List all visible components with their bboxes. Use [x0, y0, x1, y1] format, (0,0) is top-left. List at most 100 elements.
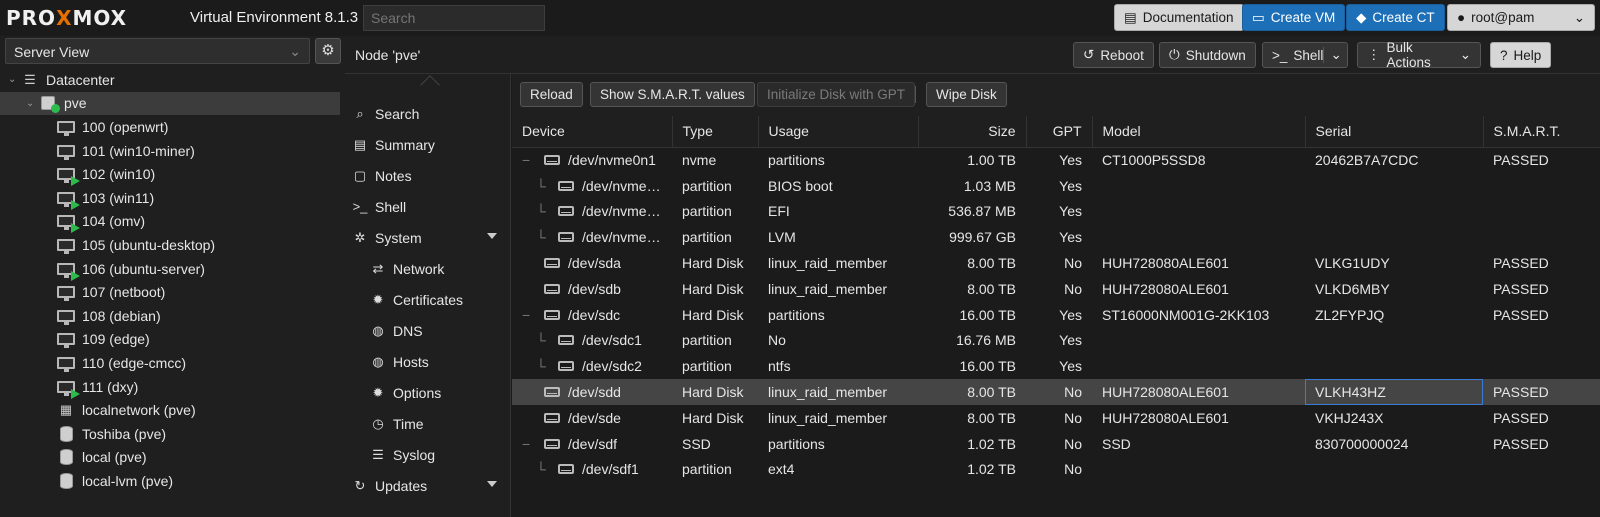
tree-item[interactable]: 102 (win10): [0, 162, 340, 187]
model-cell: SSD: [1102, 435, 1131, 452]
tree-item[interactable]: ▦ localnetwork (pve): [0, 398, 340, 422]
nav-item-updates[interactable]: ↻ Updates: [345, 470, 511, 501]
tree-item-label: 103 (win11): [82, 189, 155, 206]
harddisk-icon: [544, 438, 560, 449]
gpt-cell: Yes: [1059, 306, 1082, 323]
documentation-button[interactable]: ▤ Documentation: [1114, 4, 1244, 31]
harddisk-icon: [558, 206, 574, 217]
shutdown-button[interactable]: ⏻ Shutdown: [1159, 42, 1256, 68]
table-row[interactable]: /dev/sda Hard Disk linux_raid_member 8.00 T…: [512, 250, 1600, 276]
tree-item[interactable]: 108 (debian): [0, 304, 340, 328]
column-header[interactable]: Type: [672, 116, 759, 148]
node-title: Node 'pve': [355, 47, 421, 63]
nav-item-time[interactable]: ◷ Time: [345, 408, 511, 439]
table-row[interactable]: − /dev/sdf SSD partitions 1.02 TB No SSD 830700…: [512, 431, 1600, 457]
column-header[interactable]: GPT: [1026, 116, 1093, 148]
column-header[interactable]: Model: [1092, 116, 1306, 148]
nav-item-summary[interactable]: ▤ Summary: [345, 129, 511, 160]
column-header[interactable]: Device: [512, 116, 673, 148]
tree-item[interactable]: 107 (netboot): [0, 280, 340, 304]
device-cell: └ /dev/nvme0n1p2: [512, 199, 672, 225]
create-vm-button[interactable]: ▭ Create VM: [1242, 4, 1346, 31]
tree-item[interactable]: 101 (win10-miner): [0, 139, 340, 163]
size-cell: 16.00 TB: [959, 358, 1016, 375]
table-row[interactable]: └ /dev/nvme0n1p3 partition LVM 999.67 GB Yes: [512, 224, 1600, 250]
proxmox-logo[interactable]: PROXMOX: [6, 6, 127, 30]
tree-item[interactable]: 109 (edge): [0, 328, 340, 352]
column-header[interactable]: Size: [918, 116, 1027, 148]
search-input[interactable]: [363, 5, 545, 31]
table-row[interactable]: └ /dev/nvme0n1p2 partition EFI 536.87 MB Yes: [512, 199, 1600, 225]
tree-item[interactable]: Toshiba (pve): [0, 422, 340, 446]
show-smart-button[interactable]: Show S.M.A.R.T. values: [590, 82, 755, 107]
type-cell: partition: [682, 229, 732, 246]
size-cell: 16.76 MB: [956, 332, 1016, 349]
serial-cell: ZL2FYPJQ: [1315, 306, 1385, 323]
nav-item-dns[interactable]: ◍ DNS: [345, 315, 511, 346]
table-row[interactable]: /dev/sdd Hard Disk linux_raid_member 8.00 T…: [512, 379, 1600, 405]
tree-item[interactable]: 104 (omv): [0, 210, 340, 234]
scroll-up-icon[interactable]: [420, 75, 440, 95]
gear-icon[interactable]: ⚙: [315, 38, 341, 64]
wipe-disk-button[interactable]: Wipe Disk: [926, 82, 1007, 107]
nav-item-search[interactable]: ⌕ Search: [345, 98, 511, 129]
table-row[interactable]: − /dev/nvme0n1 nvme partitions 1.00 TB Yes CT1…: [512, 147, 1600, 173]
column-header[interactable]: Usage: [758, 116, 919, 148]
device-name: /dev/sdc1: [582, 332, 642, 349]
nav-item-syslog[interactable]: ☰ Syslog: [345, 439, 511, 470]
tree-item[interactable]: 103 (win11): [0, 186, 340, 210]
nav-item-options[interactable]: ✹ Options: [345, 377, 511, 408]
disks-table: Device Type Usage Size GPT Model Serial S.M.A.R…: [512, 116, 1600, 482]
tree-item-label: 106 (ubuntu-server): [82, 260, 205, 277]
table-row[interactable]: − /dev/sdc Hard Disk partitions 16.00 TB Yes S…: [512, 302, 1600, 328]
nav-item-notes[interactable]: ▢ Notes: [345, 160, 511, 191]
tree-item[interactable]: 111 (dxy): [0, 375, 340, 399]
resource-tree: ⌄ ☰ Datacenter ⌄ pve 100 (openwrt) 101 (w…: [0, 68, 340, 493]
table-row[interactable]: └ /dev/sdc1 partition No 16.76 MB Yes: [512, 328, 1600, 354]
reload-button[interactable]: Reload: [520, 82, 583, 107]
table-row[interactable]: /dev/sdb Hard Disk linux_raid_member 8.00 T…: [512, 276, 1600, 302]
nav-item-system[interactable]: ✲ System: [345, 222, 511, 253]
chevron-down-icon[interactable]: [487, 481, 497, 487]
tree-datacenter[interactable]: ⌄ ☰ Datacenter: [0, 68, 340, 92]
column-header[interactable]: Serial: [1305, 116, 1484, 148]
bulk-actions-button[interactable]: ⋮ Bulk Actions ⌄: [1357, 40, 1481, 70]
create-ct-button[interactable]: ◆ Create CT: [1346, 4, 1445, 31]
nav-item-network[interactable]: ⇄ Network: [345, 253, 511, 284]
table-row[interactable]: └ /dev/nvme0n1p1 partition BIOS boot 1.03 MB…: [512, 173, 1600, 199]
tree-item[interactable]: 100 (openwrt): [0, 115, 340, 139]
shell-button[interactable]: >_ Shell ⌄: [1262, 42, 1348, 68]
tree-item[interactable]: local (pve): [0, 446, 340, 470]
nav-item-hosts[interactable]: ◍ Hosts: [345, 346, 511, 377]
tree-item[interactable]: local-lvm (pve): [0, 469, 340, 493]
serial-cell: 20462B7A7CDC: [1315, 152, 1419, 169]
nav-item-label: Shell: [375, 198, 407, 215]
smart-cell: PASSED: [1483, 379, 1600, 405]
ellipsis-icon: ⋮: [1367, 47, 1381, 62]
help-button[interactable]: ? Help: [1490, 42, 1552, 68]
table-row[interactable]: └ /dev/sdc2 partition ntfs 16.00 TB Yes: [512, 353, 1600, 379]
tree-item[interactable]: 105 (ubuntu-desktop): [0, 233, 340, 257]
smart-cell: PASSED: [1493, 435, 1549, 452]
view-selector[interactable]: Server View ⌄: [5, 38, 310, 64]
storage-icon: [56, 425, 76, 442]
reboot-button[interactable]: ↺ Reboot: [1073, 42, 1154, 68]
tree-item[interactable]: 110 (edge-cmcc): [0, 351, 340, 375]
smart-cell: [1483, 328, 1600, 354]
serial-cell: VLKG1UDY: [1315, 255, 1390, 272]
tree-item[interactable]: 106 (ubuntu-server): [0, 257, 340, 281]
initialize-gpt-button[interactable]: Initialize Disk with GPT: [757, 82, 916, 107]
harddisk-icon: [544, 258, 560, 269]
device-name: /dev/sdb: [568, 280, 621, 297]
tree-node-pve[interactable]: ⌄ pve: [0, 91, 340, 116]
tree-item-label: 101 (win10-miner): [82, 142, 195, 159]
nav-item-certificates[interactable]: ✹ Certificates: [345, 284, 511, 315]
table-row[interactable]: └ /dev/sdf1 partition ext4 1.02 TB No: [512, 457, 1600, 483]
nav-item-shell[interactable]: >_ Shell: [345, 191, 511, 222]
tree-line: −: [522, 152, 531, 169]
smart-cell: [1483, 224, 1600, 250]
user-menu-button[interactable]: ● root@pam ⌄: [1447, 4, 1595, 31]
column-header[interactable]: S.M.A.R.T.: [1483, 116, 1600, 148]
chevron-down-icon[interactable]: [487, 233, 497, 239]
table-row[interactable]: /dev/sde Hard Disk linux_raid_member 8.00 T…: [512, 405, 1600, 431]
